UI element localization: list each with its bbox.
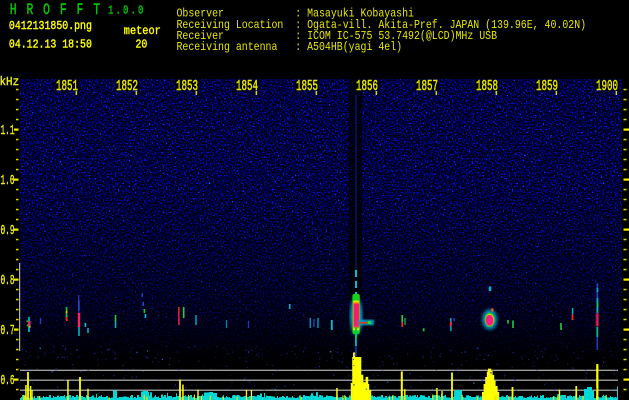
svg-text:1854: 1854 — [236, 78, 258, 95]
svg-text:0.7: 0.7 — [1, 324, 15, 339]
svg-text:20: 20 — [136, 39, 148, 52]
svg-text:0.8: 0.8 — [1, 274, 15, 289]
svg-text:meteor: meteor — [124, 26, 161, 39]
svg-text:0.6: 0.6 — [1, 374, 15, 389]
svg-text:1856: 1856 — [356, 78, 378, 95]
svg-text:1.0.0: 1.0.0 — [108, 4, 145, 18]
svg-text:1855: 1855 — [296, 78, 318, 95]
svg-text:kHz: kHz — [0, 75, 19, 90]
svg-text:1.0: 1.0 — [1, 174, 15, 189]
svg-text:1.1: 1.1 — [1, 124, 15, 139]
svg-text:1851: 1851 — [56, 78, 78, 95]
svg-text:0412131850.png: 0412131850.png — [9, 20, 92, 33]
svg-text:Receiving antenna : A504HB(y: Receiving antenna : A504HB(yagi 4el) — [177, 41, 403, 54]
svg-text:1857: 1857 — [416, 78, 438, 95]
svg-text:04.12.13 18:50: 04.12.13 18:50 — [9, 39, 92, 52]
svg-text:1859: 1859 — [536, 78, 558, 95]
svg-text:1853: 1853 — [176, 78, 198, 95]
svg-text:0.9: 0.9 — [1, 224, 15, 239]
svg-text:1852: 1852 — [116, 78, 138, 95]
svg-text:1900: 1900 — [596, 78, 618, 95]
svg-text:1858: 1858 — [476, 78, 498, 95]
svg-text:H R O F F T: H R O F F T — [10, 3, 102, 20]
